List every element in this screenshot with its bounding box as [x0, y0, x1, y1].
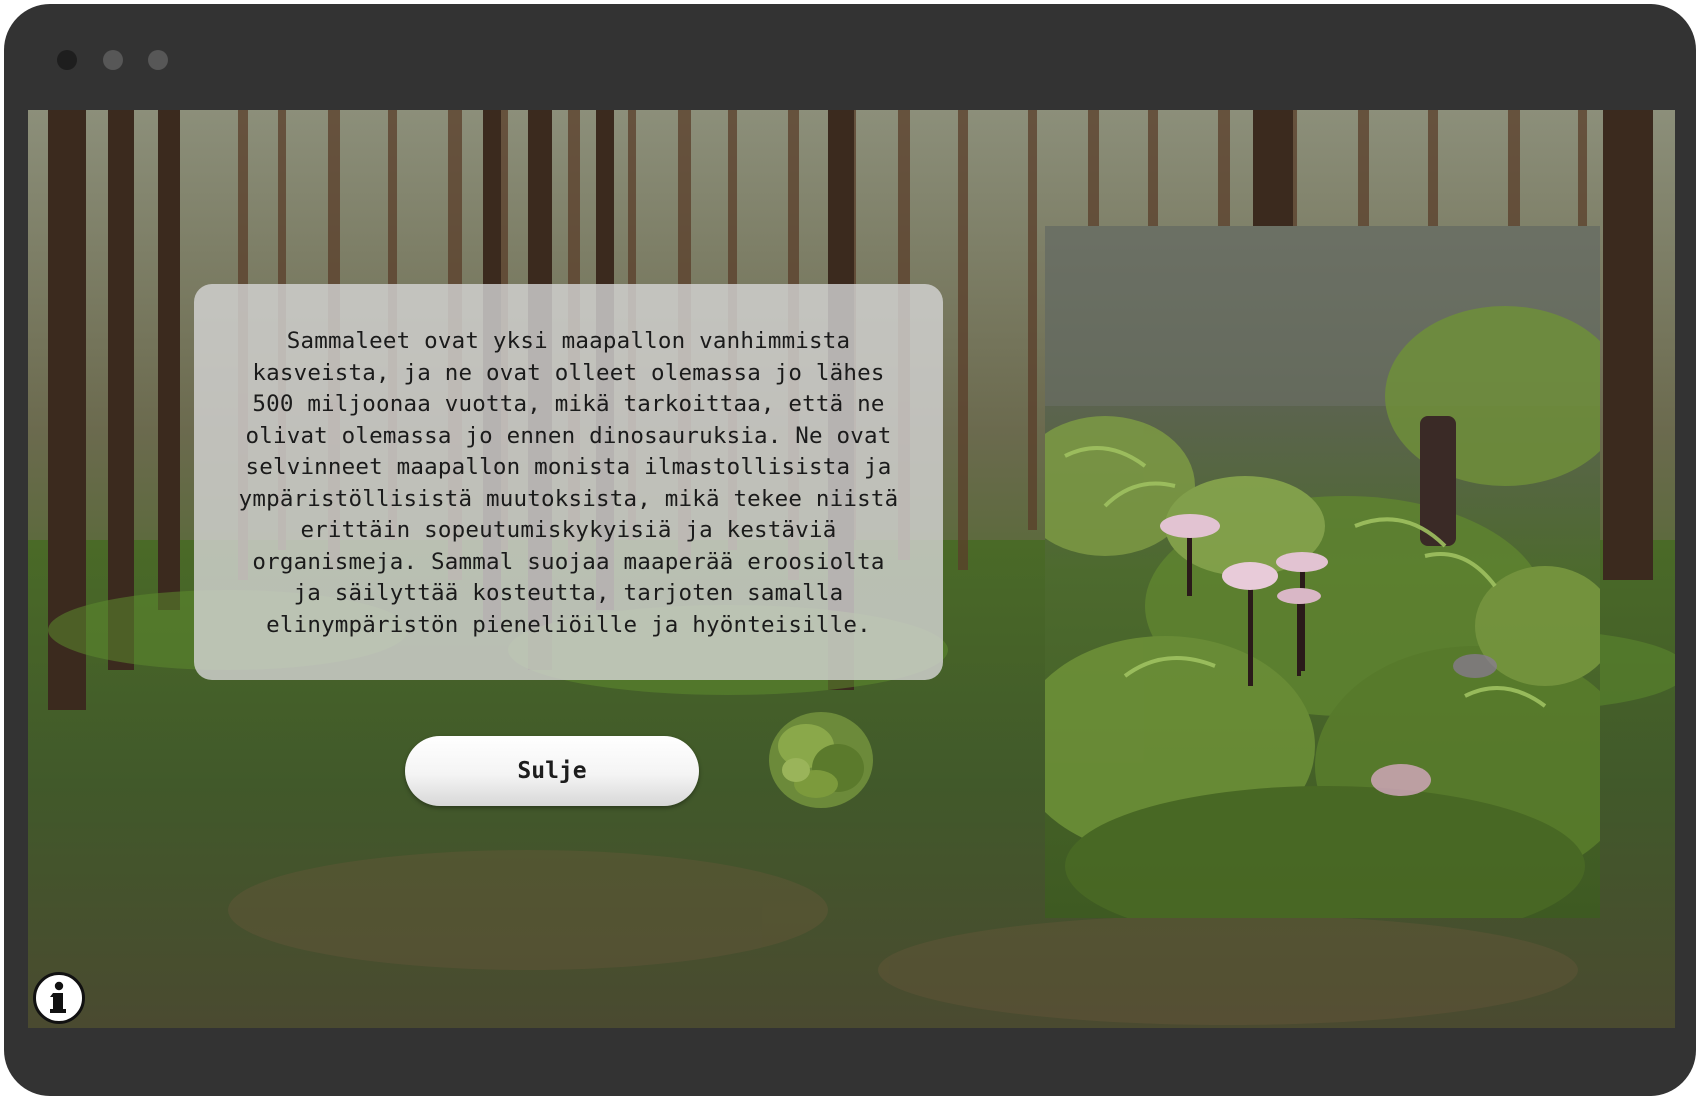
window-close-dot[interactable] [57, 50, 77, 70]
info-icon [50, 981, 66, 1013]
window-minimize-dot[interactable] [103, 50, 123, 70]
forest-scene: Sammaleet ovat yksi maapallon vanhimmist… [28, 110, 1675, 1028]
info-text: Sammaleet ovat yksi maapallon vanhimmist… [238, 328, 899, 638]
info-panel: Sammaleet ovat yksi maapallon vanhimmist… [194, 284, 943, 680]
app-window: Sammaleet ovat yksi maapallon vanhimmist… [4, 4, 1696, 1096]
info-button[interactable] [33, 972, 85, 1024]
moss-mushroom-photo [1045, 226, 1600, 918]
window-maximize-dot[interactable] [148, 50, 168, 70]
moss-clump-icon[interactable] [766, 706, 876, 810]
close-button[interactable]: Sulje [405, 736, 699, 806]
